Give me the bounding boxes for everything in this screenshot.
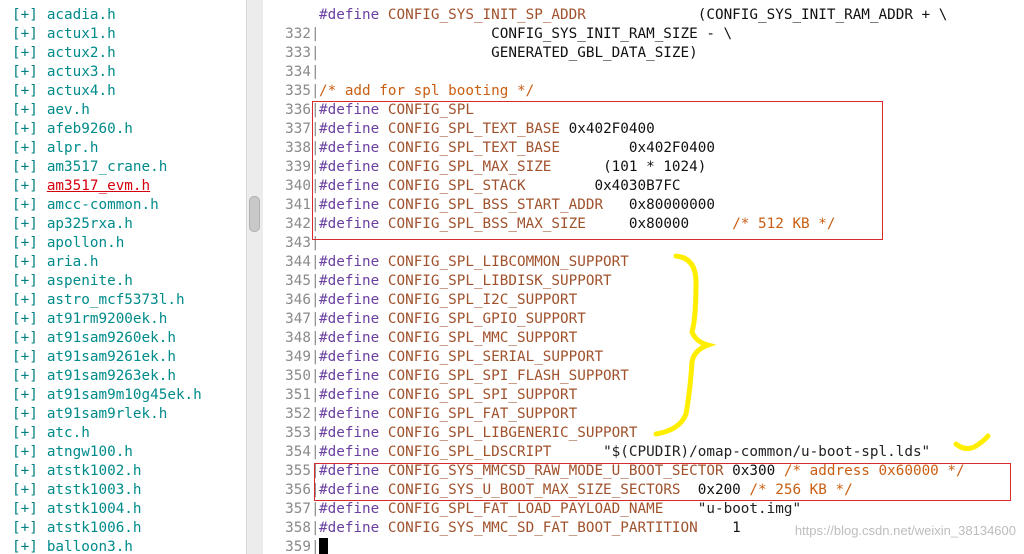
annotation-yellow-brace [653, 253, 991, 452]
watermark-text: https://blog.csdn.net/weixin_38134600 [794, 523, 1016, 538]
